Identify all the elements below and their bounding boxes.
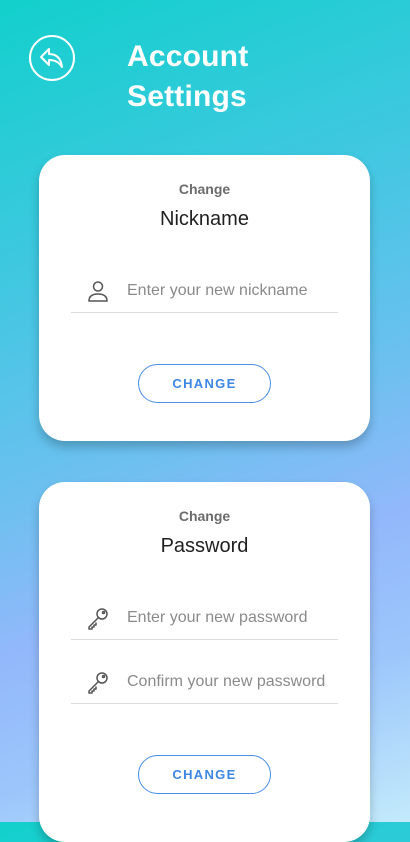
new-password-input[interactable] (127, 604, 327, 632)
key-icon (88, 608, 108, 630)
person-icon (88, 281, 108, 302)
back-button[interactable] (29, 35, 75, 81)
nickname-card: Change Nickname CHANGE (39, 155, 370, 441)
page-title-line-2: Settings (127, 80, 247, 113)
page-title: Account Settings (127, 37, 248, 117)
nickname-card-eyebrow: Change (178, 181, 231, 197)
change-password-button[interactable]: CHANGE (138, 755, 271, 794)
reply-arrow-icon (40, 48, 63, 68)
new-password-field (71, 596, 338, 640)
password-card: Change Password CHANGE (39, 482, 370, 842)
nickname-input[interactable] (127, 277, 327, 305)
confirm-password-field (71, 660, 338, 704)
nickname-field (71, 269, 338, 313)
key-icon (88, 672, 108, 694)
page-title-line-1: Account (127, 40, 249, 73)
nickname-card-heading: Nickname (160, 208, 249, 230)
change-nickname-button[interactable]: CHANGE (138, 364, 271, 403)
password-card-heading: Password (160, 535, 249, 557)
password-card-eyebrow: Change (178, 508, 231, 524)
confirm-password-input[interactable] (127, 668, 327, 696)
